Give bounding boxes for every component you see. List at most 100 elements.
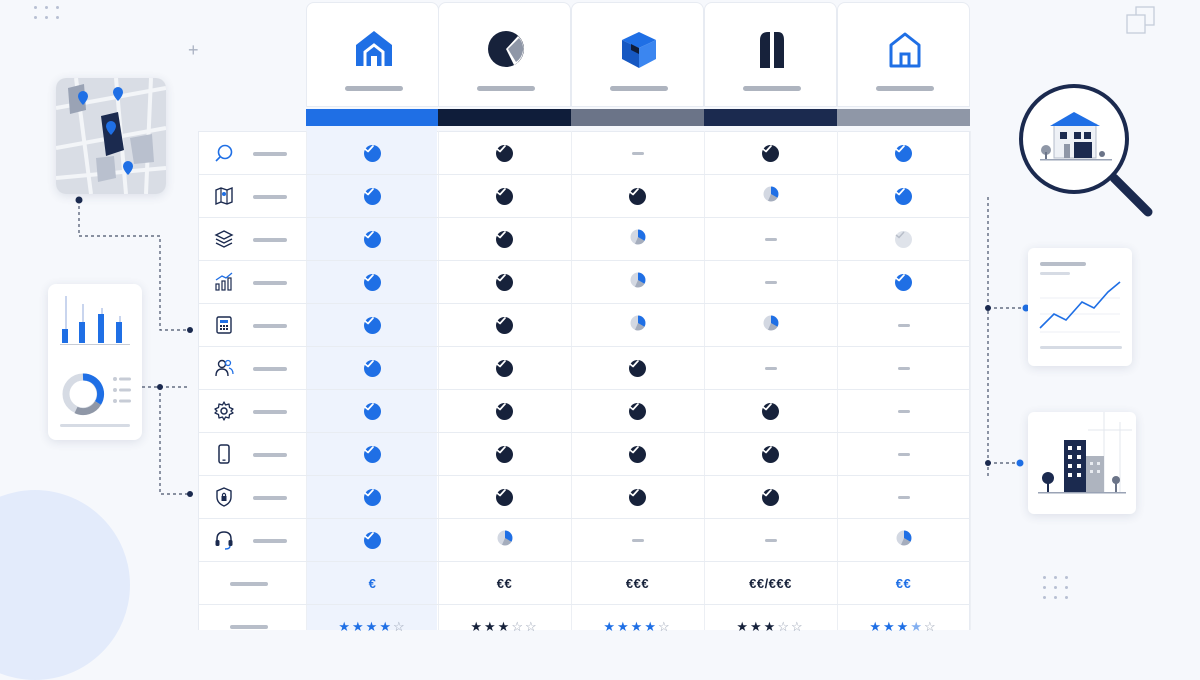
- feature-cell: [306, 390, 439, 433]
- star-filled-icon: ★: [630, 618, 645, 634]
- dash-icon: [897, 453, 910, 456]
- feature-label-placeholder: [253, 238, 287, 242]
- check-icon: [629, 446, 646, 463]
- vendor-color-bar: [704, 109, 837, 126]
- feature-cell: [837, 347, 970, 390]
- feature-row: [198, 519, 970, 562]
- rating-cell: ★★★★☆: [306, 605, 439, 648]
- building-icon: [1038, 412, 1132, 494]
- partial-icon: [630, 229, 646, 250]
- feature-row: [198, 433, 970, 476]
- dash-icon: [764, 281, 777, 284]
- price-value: €€/€€€: [749, 576, 792, 591]
- feature-cell: [306, 476, 439, 519]
- feature-label-placeholder: [253, 496, 287, 500]
- feature-cell: [837, 390, 970, 433]
- check-icon: [496, 317, 513, 334]
- rating-cell: ★★★☆☆: [704, 605, 837, 648]
- feature-cell: [704, 175, 837, 218]
- check-icon: [895, 274, 912, 291]
- dash-icon: [897, 496, 910, 499]
- price-row: € €€ €€€ €€/€€€ €€: [198, 562, 970, 605]
- check-icon: [629, 403, 646, 420]
- feature-cell: [306, 347, 439, 390]
- vendor-header-2[interactable]: [438, 2, 571, 107]
- feature-cell: [306, 261, 439, 304]
- check-icon: [496, 489, 513, 506]
- star-filled-icon: ★: [338, 618, 353, 634]
- feature-row: [198, 347, 970, 390]
- star-half-icon: ★: [910, 618, 924, 634]
- star-empty-icon: ☆: [511, 618, 525, 634]
- price-value: €€: [895, 576, 912, 591]
- feature-cell: [438, 261, 571, 304]
- feature-label-placeholder: [253, 281, 287, 285]
- column-separator: [970, 131, 971, 630]
- star-filled-icon: ★: [379, 618, 393, 634]
- check-icon: [364, 274, 381, 291]
- feature-cell: [571, 347, 704, 390]
- star-filled-icon: ★: [896, 618, 911, 634]
- feature-cell: [306, 132, 439, 175]
- feature-cell: [704, 347, 837, 390]
- layers-icon: [214, 229, 234, 249]
- feature-cell: [438, 304, 571, 347]
- star-filled-icon: ★: [736, 618, 751, 634]
- pie-slice-icon: [486, 28, 526, 70]
- feature-cell: [306, 218, 439, 261]
- star-rating: ★★★★☆: [338, 619, 406, 635]
- partial-icon: [630, 315, 646, 336]
- calculator-icon: [214, 315, 234, 335]
- check-muted-icon: [895, 231, 912, 248]
- feature-cell: [571, 261, 704, 304]
- star-filled-icon: ★: [750, 618, 764, 634]
- star-rating: ★★★★☆: [603, 619, 671, 635]
- vendor-header-1[interactable]: [306, 2, 439, 107]
- feature-cell: [704, 261, 837, 304]
- headset-icon: [214, 530, 234, 550]
- vendor-header-3[interactable]: [571, 2, 704, 107]
- star-empty-icon: ☆: [923, 618, 938, 634]
- feature-cell: [306, 519, 439, 562]
- feature-label-placeholder: [253, 195, 287, 199]
- star-filled-icon: ★: [869, 618, 884, 634]
- vendor-name-placeholder: [476, 86, 535, 91]
- star-rating: ★★★★☆: [869, 619, 937, 635]
- feature-label-placeholder: [253, 324, 287, 328]
- map-icon: [214, 186, 234, 206]
- check-icon: [364, 188, 381, 205]
- feature-cell: [438, 390, 571, 433]
- feature-label-placeholder: [253, 152, 287, 156]
- vendor-color-bar: [306, 109, 439, 126]
- feature-cell: [571, 218, 704, 261]
- gear-icon: [214, 401, 234, 421]
- feature-cell: [704, 218, 837, 261]
- check-icon: [895, 145, 912, 162]
- dash-icon: [764, 367, 777, 370]
- feature-row: [198, 132, 970, 175]
- vendor-name-placeholder: [609, 86, 668, 91]
- house-outline-icon: [885, 28, 925, 70]
- comparison-table: € €€ €€€ €€/€€€ €€ ★★★★☆ ★★★☆☆ ★★★★☆ ★★★☆☆ ★★★★☆: [198, 0, 971, 634]
- star-empty-icon: ☆: [524, 618, 539, 634]
- price-cell: €€: [438, 562, 571, 605]
- star-empty-icon: ☆: [790, 618, 805, 634]
- star-filled-icon: ★: [763, 618, 778, 634]
- feature-label-placeholder: [253, 539, 287, 543]
- feature-row: [198, 261, 970, 304]
- feature-cell: [438, 175, 571, 218]
- house-magnifier-icon: [1019, 84, 1153, 217]
- feature-cell: [571, 132, 704, 175]
- vendor-color-bar: [571, 109, 704, 126]
- feature-cell: [837, 218, 970, 261]
- star-empty-icon: ☆: [777, 618, 791, 634]
- star-filled-icon: ★: [644, 618, 658, 634]
- vendor-header-5[interactable]: [837, 2, 970, 107]
- check-icon: [895, 188, 912, 205]
- star-rating: ★★★☆☆: [736, 619, 804, 635]
- partial-icon: [763, 315, 779, 336]
- vendor-header-4[interactable]: [704, 2, 837, 107]
- feature-cell: [306, 175, 439, 218]
- feature-cell: [306, 433, 439, 476]
- feature-label-placeholder: [253, 367, 287, 371]
